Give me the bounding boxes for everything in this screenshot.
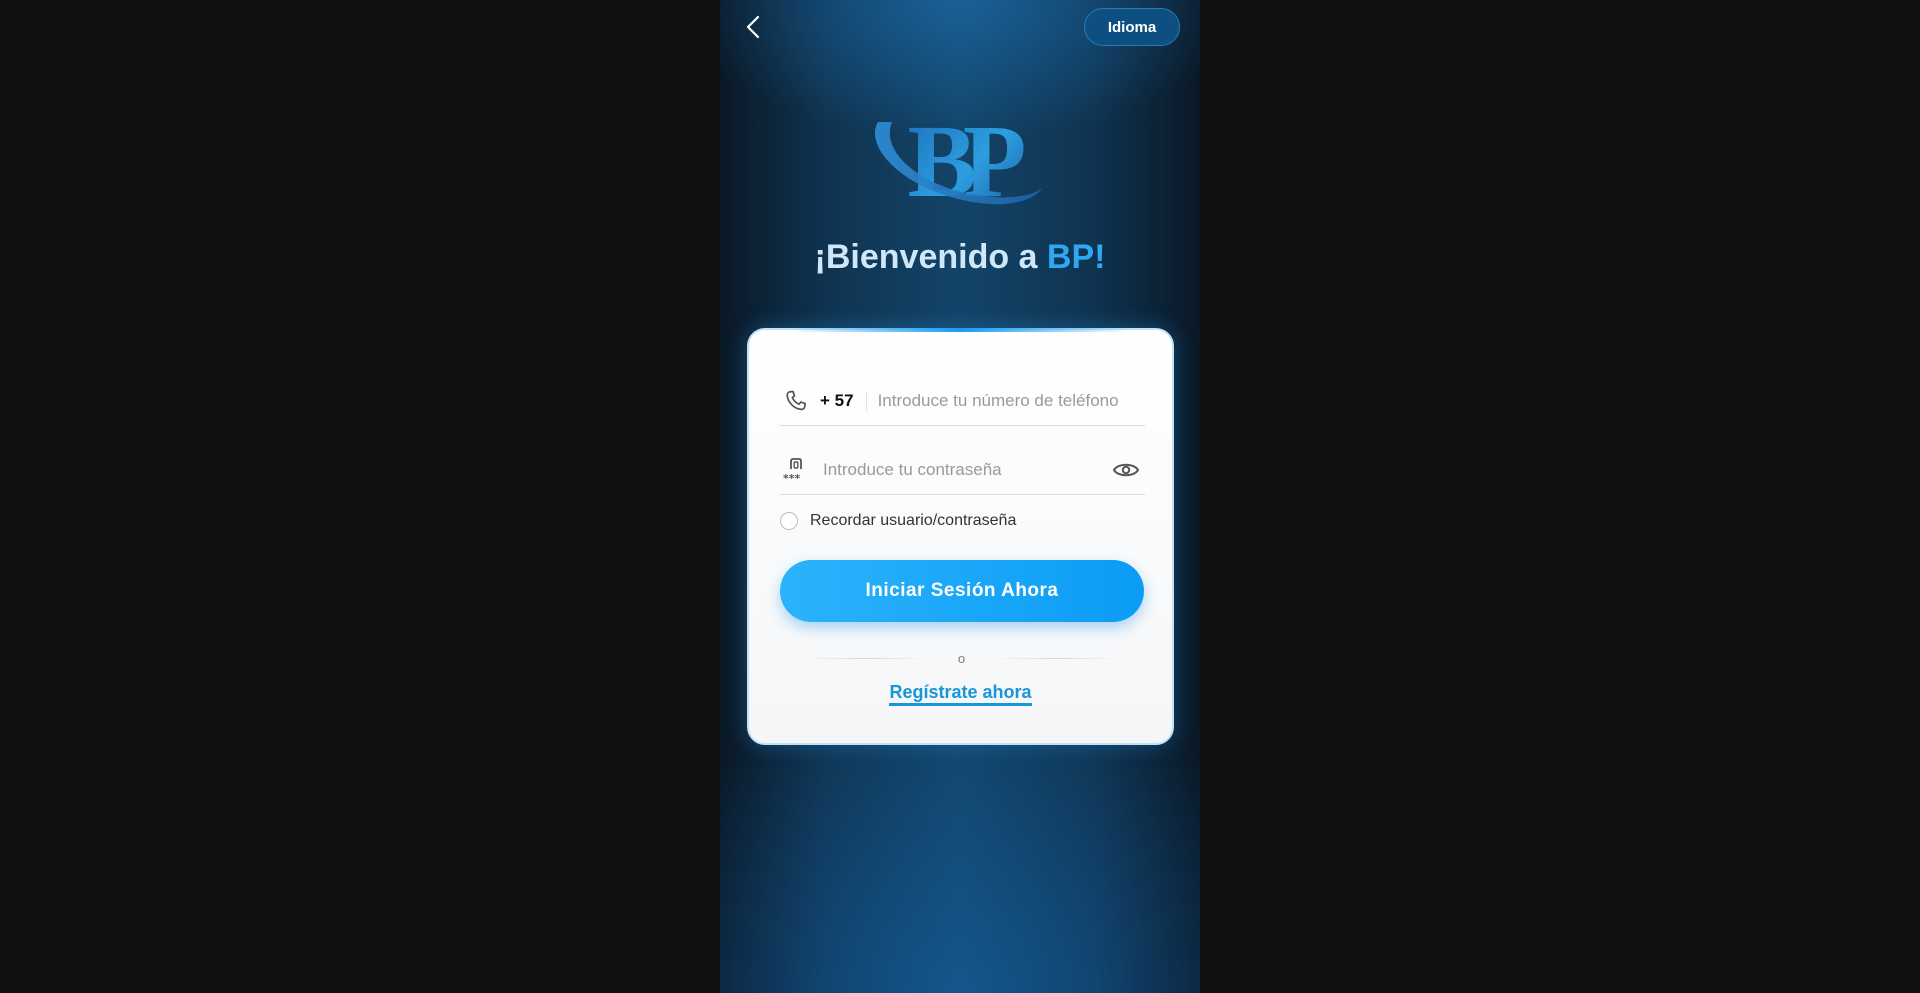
divider-line-left bbox=[804, 657, 928, 659]
remember-label: Recordar usuario/contraseña bbox=[810, 512, 1017, 529]
country-code[interactable]: + 57 bbox=[820, 391, 867, 411]
password-lock-icon: *** bbox=[782, 456, 810, 484]
register-link[interactable]: Regístrate ahora bbox=[889, 682, 1032, 706]
svg-text:***: *** bbox=[783, 472, 801, 484]
language-button[interactable]: Idioma bbox=[1084, 8, 1180, 46]
eye-icon bbox=[1112, 463, 1140, 477]
phone-field: + 57 bbox=[780, 377, 1145, 426]
remember-radio[interactable] bbox=[780, 512, 798, 530]
register-row: Regístrate ahora bbox=[749, 682, 1172, 706]
login-button[interactable]: Iniciar Sesión Ahora bbox=[780, 560, 1144, 622]
login-card: + 57 *** bbox=[747, 328, 1174, 745]
welcome-prefix: ¡Bienvenido a bbox=[814, 238, 1047, 276]
chevron-left-icon bbox=[746, 15, 760, 39]
mobile-viewport: Idioma BP ¡Bienvenido a BP! + 57 Introdu… bbox=[720, 0, 1200, 993]
phone-icon bbox=[782, 387, 810, 415]
password-field: *** bbox=[780, 446, 1145, 495]
divider-text: o bbox=[957, 650, 966, 666]
password-input[interactable] bbox=[821, 459, 1111, 481]
card-accent-line bbox=[789, 328, 1132, 332]
show-password-button[interactable] bbox=[1111, 455, 1141, 485]
welcome-title: ¡Bienvenido a BP! bbox=[720, 238, 1200, 277]
or-divider: o bbox=[804, 648, 1120, 668]
remember-me-option[interactable]: Recordar usuario/contraseña bbox=[780, 512, 1016, 530]
phone-input[interactable] bbox=[875, 390, 1145, 412]
divider-line-right bbox=[995, 657, 1120, 659]
welcome-brand: BP! bbox=[1046, 238, 1106, 276]
brand-logo: BP bbox=[874, 108, 1042, 218]
back-button[interactable] bbox=[738, 12, 768, 42]
